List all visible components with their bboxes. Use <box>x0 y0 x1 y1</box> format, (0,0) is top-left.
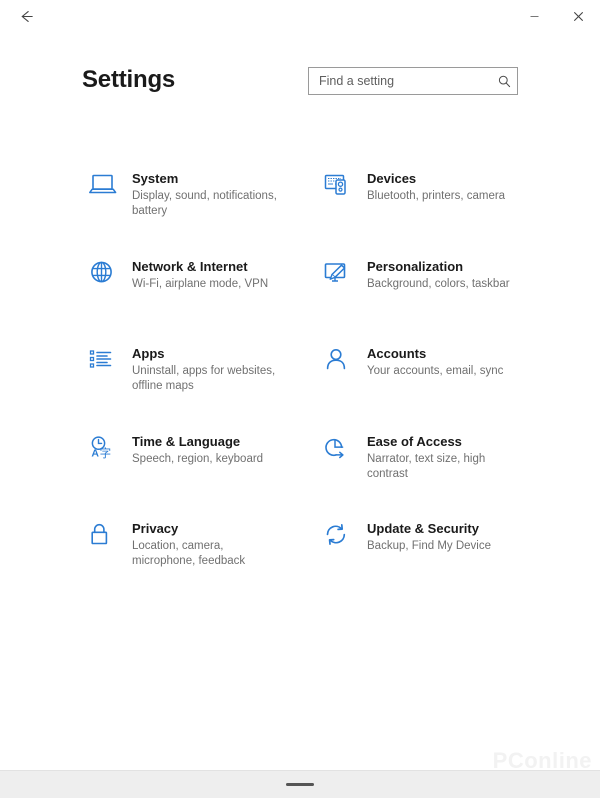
settings-tile-network-internet[interactable]: Network & Internet Wi-Fi, airplane mode,… <box>88 256 313 344</box>
settings-tile-personalization[interactable]: Personalization Background, colors, task… <box>323 256 548 344</box>
refresh-arrows-icon <box>323 518 367 558</box>
tile-text: Privacy Location, camera, microphone, fe… <box>132 518 282 569</box>
tile-subtitle: Bluetooth, printers, camera <box>367 190 506 202</box>
window-controls <box>512 0 600 32</box>
tile-title: Update & Security <box>367 521 479 536</box>
settings-row: Privacy Location, camera, microphone, fe… <box>0 518 600 606</box>
svg-text:字: 字 <box>100 445 112 459</box>
tile-subtitle: Wi-Fi, airplane mode, VPN <box>132 277 269 290</box>
search-input[interactable] <box>309 67 491 95</box>
tile-title: System <box>132 171 179 186</box>
bottom-bar <box>0 770 600 798</box>
magnifier-glyph <box>498 75 510 87</box>
settings-grid: System Display, sound, notifications, ba… <box>0 168 600 606</box>
globe-icon <box>88 256 132 296</box>
back-button[interactable] <box>6 1 46 31</box>
tile-text: Network & Internet Wi-Fi, airplane mode,… <box>132 256 268 292</box>
settings-row: Apps Uninstall, apps for websites, offli… <box>0 343 600 431</box>
settings-tile-ease-of-access[interactable]: Ease of Access Narrator, text size, high… <box>323 431 548 519</box>
person-icon <box>323 343 367 383</box>
tile-subtitle: Your accounts, email, sync <box>367 365 504 377</box>
tile-subtitle: Uninstall, apps for websites, offline ma… <box>132 365 276 392</box>
settings-tile-update-security[interactable]: Update & Security Backup, Find My Device <box>323 518 548 606</box>
tile-title: Ease of Access <box>367 433 462 449</box>
tile-subtitle: Speech, region, keyboard <box>132 452 264 465</box>
tile-title: Apps <box>132 346 165 361</box>
settings-tile-time-language[interactable]: A 字 Time & Language Speech, region, keyb… <box>88 431 313 519</box>
tile-text: Accounts Your accounts, email, sync <box>367 343 503 379</box>
back-arrow-icon <box>21 10 33 22</box>
watermark-main: PConline <box>492 748 592 773</box>
settings-tile-apps[interactable]: Apps Uninstall, apps for websites, offli… <box>88 343 313 431</box>
keyboard-device-icon <box>323 168 367 208</box>
close-button[interactable] <box>556 0 600 32</box>
search-icon[interactable] <box>491 74 517 89</box>
tile-text: System Display, sound, notifications, ba… <box>132 168 282 219</box>
settings-tile-privacy[interactable]: Privacy Location, camera, microphone, fe… <box>88 518 313 606</box>
settings-tile-system[interactable]: System Display, sound, notifications, ba… <box>88 168 313 256</box>
settings-row: Network & Internet Wi-Fi, airplane mode,… <box>0 256 600 344</box>
minimize-button[interactable] <box>512 0 556 32</box>
tile-text: Ease of Access Narrator, text size, high… <box>367 431 517 482</box>
settings-tile-accounts[interactable]: Accounts Your accounts, email, sync <box>323 343 548 431</box>
list-icon <box>88 343 132 383</box>
tile-subtitle: Location, camera, microphone, feedback <box>132 540 246 567</box>
tile-subtitle: Background, colors, taskbar <box>367 277 510 290</box>
settings-row: A 字 Time & Language Speech, region, keyb… <box>0 431 600 519</box>
minimize-icon <box>530 15 538 17</box>
home-indicator[interactable] <box>286 783 314 786</box>
ease-of-access-icon <box>323 431 367 471</box>
tile-text: Apps Uninstall, apps for websites, offli… <box>132 343 282 394</box>
tile-title: Privacy <box>132 521 179 536</box>
tile-title: Time & Language <box>132 433 241 449</box>
tile-subtitle: Narrator, text size, high contrast <box>367 452 486 480</box>
page-header: Settings <box>0 52 600 114</box>
settings-tile-devices[interactable]: Devices Bluetooth, printers, camera <box>323 168 548 256</box>
tile-title: Accounts <box>367 346 427 361</box>
settings-row: System Display, sound, notifications, ba… <box>0 168 600 256</box>
title-bar <box>0 0 600 32</box>
tile-title: Network & Internet <box>132 258 248 274</box>
tile-title: Devices <box>367 171 417 186</box>
tile-text: Time & Language Speech, region, keyboard <box>132 431 263 467</box>
tile-title: Personalization <box>367 258 464 274</box>
tile-subtitle: Display, sound, notifications, battery <box>132 190 277 217</box>
clock-language-icon: A 字 <box>88 431 132 471</box>
monitor-brush-icon <box>323 256 367 296</box>
svg-text:A: A <box>91 447 99 459</box>
lock-icon <box>88 518 132 558</box>
search-box[interactable] <box>308 67 518 95</box>
tile-text: Devices Bluetooth, printers, camera <box>367 168 505 204</box>
tile-text: Personalization Background, colors, task… <box>367 256 510 292</box>
laptop-icon <box>88 168 132 208</box>
close-icon <box>573 11 583 21</box>
page-title: Settings <box>82 66 176 93</box>
tile-subtitle: Backup, Find My Device <box>367 540 491 552</box>
tile-text: Update & Security Backup, Find My Device <box>367 518 491 554</box>
